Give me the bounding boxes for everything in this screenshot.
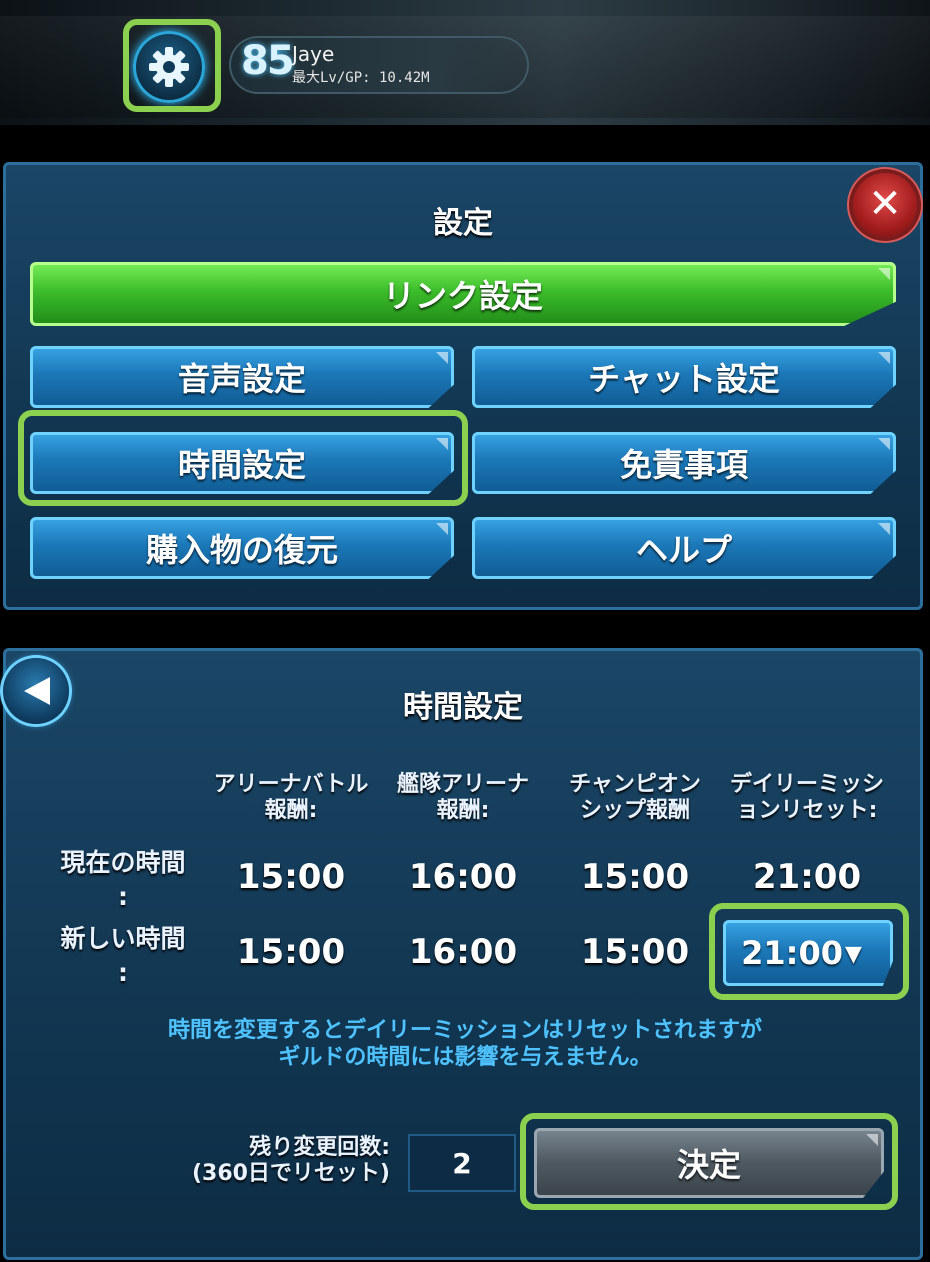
column-header-daily-reset: デイリーミッシ ョンリセット: bbox=[721, 772, 893, 824]
restore-purchases-button[interactable]: 購入物の復元 bbox=[30, 517, 454, 579]
back-button[interactable] bbox=[3, 658, 69, 724]
current-time-label-line2: : bbox=[118, 882, 128, 911]
new-time-arena: 15:00 bbox=[236, 932, 346, 972]
back-arrow-icon bbox=[24, 677, 50, 705]
sound-settings-button[interactable]: 音声設定 bbox=[30, 346, 454, 408]
chat-settings-label: チャット設定 bbox=[588, 360, 780, 398]
current-time-fleet-arena: 16:00 bbox=[408, 857, 518, 897]
remaining-changes-label: 残り変更回数: (360日でリセット) bbox=[150, 1135, 390, 1187]
column-header-line2: 報酬: bbox=[436, 798, 490, 823]
help-button[interactable]: ヘルプ bbox=[472, 517, 896, 579]
button-corner-decoration bbox=[878, 438, 890, 450]
button-corner-decoration bbox=[436, 352, 448, 364]
highlight-confirm bbox=[520, 1113, 898, 1210]
column-header-line1: チャンピオン bbox=[569, 772, 701, 797]
time-settings-title: 時間設定 bbox=[403, 690, 523, 725]
remaining-changes-count: 2 bbox=[408, 1134, 516, 1192]
new-time-label-line1: 新しい時間 bbox=[60, 924, 186, 953]
highlight-dropdown bbox=[709, 903, 909, 1000]
current-time-daily-reset: 21:00 bbox=[752, 857, 862, 897]
info-message-line1: 時間を変更するとデイリーミッションはリセットされますが bbox=[167, 1018, 762, 1043]
player-name: Jaye bbox=[292, 42, 335, 66]
player-level: 85 bbox=[241, 38, 295, 84]
new-time-championship: 15:00 bbox=[580, 932, 690, 972]
info-message-line2: ギルドの時間には影響を与えません。 bbox=[278, 1045, 652, 1070]
button-corner-decoration bbox=[878, 268, 890, 280]
chat-settings-button[interactable]: チャット設定 bbox=[472, 346, 896, 408]
current-time-championship: 15:00 bbox=[580, 857, 690, 897]
column-header-line2: ョンリセット: bbox=[736, 798, 878, 823]
close-button[interactable]: ✕ bbox=[853, 173, 917, 237]
button-corner-decoration bbox=[878, 523, 890, 535]
new-time-label: 新しい時間 : bbox=[43, 922, 203, 990]
column-header-championship: チャンピオン シップ報酬 bbox=[549, 772, 721, 824]
disclaimer-label: 免責事項 bbox=[619, 446, 748, 484]
remaining-label-line1: 残り変更回数: bbox=[249, 1135, 390, 1160]
sound-settings-label: 音声設定 bbox=[177, 360, 306, 398]
settings-title: 設定 bbox=[433, 206, 493, 241]
column-header-arena: アリーナバトル 報酬: bbox=[205, 772, 377, 824]
link-settings-button[interactable]: リンク設定 bbox=[30, 262, 896, 326]
column-header-line2: 報酬: bbox=[264, 798, 318, 823]
remaining-label-line2: (360日でリセット) bbox=[191, 1161, 390, 1186]
link-settings-label: リンク設定 bbox=[382, 277, 543, 315]
column-header-line1: アリーナバトル bbox=[213, 772, 369, 797]
column-header-line2: シップ報酬 bbox=[579, 798, 690, 823]
column-header-fleet-arena: 艦隊アリーナ 報酬: bbox=[377, 772, 549, 824]
button-corner-decoration bbox=[436, 523, 448, 535]
column-header-line1: 艦隊アリーナ bbox=[396, 772, 529, 797]
new-time-label-line2: : bbox=[118, 958, 128, 987]
player-gp: 最大Lv/GP: 10.42M bbox=[292, 70, 430, 86]
current-time-label: 現在の時間 : bbox=[43, 846, 203, 914]
help-label: ヘルプ bbox=[635, 531, 732, 569]
highlight-gear bbox=[123, 19, 221, 112]
disclaimer-button[interactable]: 免責事項 bbox=[472, 432, 896, 494]
restore-purchases-label: 購入物の復元 bbox=[145, 531, 338, 569]
button-corner-decoration bbox=[878, 352, 890, 364]
close-icon: ✕ bbox=[868, 181, 902, 227]
current-time-label-line1: 現在の時間 bbox=[60, 848, 186, 877]
highlight-time-settings bbox=[18, 410, 468, 506]
new-time-fleet-arena: 16:00 bbox=[408, 932, 518, 972]
column-header-line1: デイリーミッシ bbox=[729, 772, 884, 797]
current-time-arena: 15:00 bbox=[236, 857, 346, 897]
